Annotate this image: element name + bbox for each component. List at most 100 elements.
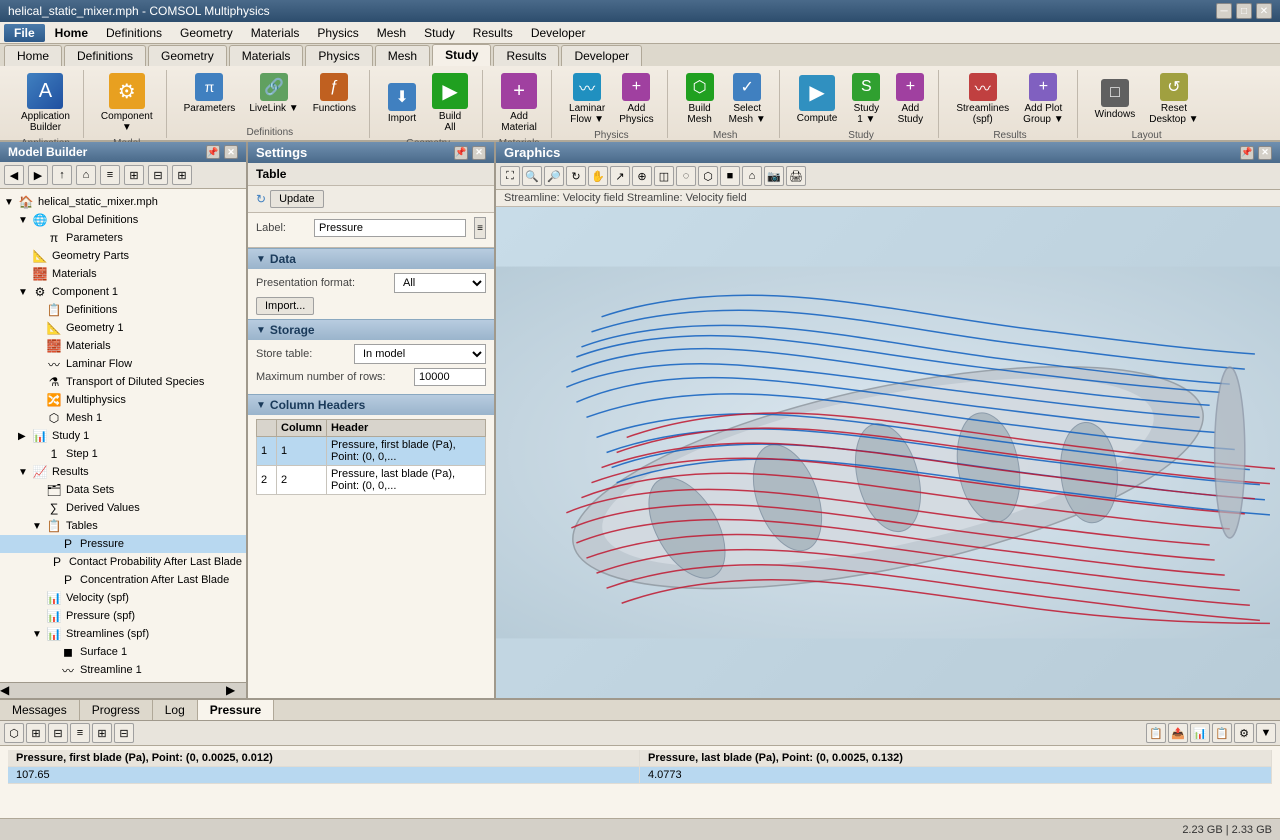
tree-item-multiphysics[interactable]: 🔀Multiphysics xyxy=(0,391,246,409)
mb-up-button[interactable]: ↑ xyxy=(52,165,72,185)
tree-item-materials[interactable]: 🧱Materials xyxy=(0,265,246,283)
ribbon-tab-mesh[interactable]: Mesh xyxy=(375,45,430,66)
console-btn-4[interactable]: ≡ xyxy=(70,723,90,743)
storage-section-header[interactable]: ▼ Storage xyxy=(248,319,494,340)
menu-materials[interactable]: Materials xyxy=(243,24,308,42)
close-button[interactable]: ✕ xyxy=(1256,3,1272,19)
settings-pin-button[interactable]: 📌 xyxy=(454,146,468,160)
presentation-format-select[interactable]: All Table Plot xyxy=(394,273,486,293)
compute-button[interactable]: ▶ Compute xyxy=(792,72,843,127)
build-mesh-button[interactable]: ⬡ BuildMesh xyxy=(680,70,720,128)
console-btn-5[interactable]: ⊞ xyxy=(92,723,112,743)
mb-scroll-right[interactable]: ▶ xyxy=(226,683,246,698)
tree-item-datasets[interactable]: 🗂Data Sets xyxy=(0,481,246,499)
study1-button[interactable]: S Study1 ▼ xyxy=(846,70,886,128)
zoom-out-button[interactable]: 🔎 xyxy=(544,166,564,186)
menu-mesh[interactable]: Mesh xyxy=(369,24,414,42)
reset-view-button[interactable]: ⌂ xyxy=(742,166,762,186)
component-button[interactable]: ⚙ Component▼ xyxy=(96,70,158,136)
label-btn[interactable]: ≡ xyxy=(474,217,486,239)
data-section-header[interactable]: ▼ Data xyxy=(248,248,494,269)
mb-scroll-thumb[interactable] xyxy=(20,683,226,698)
console-btn-more[interactable]: ▼ xyxy=(1256,723,1276,743)
mb-back-button[interactable]: ◀ xyxy=(4,165,24,185)
menu-home[interactable]: Home xyxy=(47,24,96,42)
tree-item-transport[interactable]: ⚗Transport of Diluted Species xyxy=(0,373,246,391)
tree-item-pressure_table[interactable]: PPressure xyxy=(0,535,246,553)
rotate-button[interactable]: ↻ xyxy=(566,166,586,186)
build-all-button[interactable]: ▶ BuildAll xyxy=(426,70,474,136)
tree-item-velocity_spf[interactable]: 📊Velocity (spf) xyxy=(0,589,246,607)
graphics-pin-button[interactable]: 📌 xyxy=(1240,146,1254,160)
tree-item-root[interactable]: ▼🏠helical_static_mixer.mph xyxy=(0,193,246,211)
mb-list-view-button[interactable]: ≡ xyxy=(100,165,120,185)
tree-item-step1[interactable]: 1Step 1 xyxy=(0,445,246,463)
menu-physics[interactable]: Physics xyxy=(309,24,366,42)
menu-definitions[interactable]: Definitions xyxy=(98,24,170,42)
console-btn-1[interactable]: ⬡ xyxy=(4,723,24,743)
tree-item-streamline1[interactable]: 〰Streamline 1 xyxy=(0,661,246,679)
mb-home-button[interactable]: ⌂ xyxy=(76,165,96,185)
tree-item-derived_values[interactable]: ∑Derived Values xyxy=(0,499,246,517)
tree-item-component1[interactable]: ▼⚙Component 1 xyxy=(0,283,246,301)
col-row-1[interactable]: 1 1 Pressure, first blade (Pa), Point: (… xyxy=(257,437,486,466)
add-physics-button[interactable]: + AddPhysics xyxy=(614,70,658,128)
tree-item-study1[interactable]: ▶📊Study 1 xyxy=(0,427,246,445)
zoom-extents-button[interactable]: ⛶ xyxy=(500,166,520,186)
menu-geometry[interactable]: Geometry xyxy=(172,24,241,42)
graphics-close-button[interactable]: ✕ xyxy=(1258,146,1272,160)
console-btn-3[interactable]: ⊟ xyxy=(48,723,68,743)
import-button-settings[interactable]: Import... xyxy=(256,297,314,315)
console-tab-pressure[interactable]: Pressure xyxy=(198,700,274,720)
tree-item-definitions[interactable]: 📋Definitions xyxy=(0,301,246,319)
minimize-button[interactable]: ─ xyxy=(1216,3,1232,19)
ribbon-tab-physics[interactable]: Physics xyxy=(305,45,372,66)
menu-file[interactable]: File xyxy=(4,24,45,42)
column-headers-section-header[interactable]: ▼ Column Headers xyxy=(248,394,494,415)
mb-close-button[interactable]: ✕ xyxy=(224,145,238,159)
ribbon-tab-definitions[interactable]: Definitions xyxy=(64,45,146,66)
mb-forward-button[interactable]: ▶ xyxy=(28,165,48,185)
axis-button[interactable]: ⊕ xyxy=(632,166,652,186)
ribbon-tab-materials[interactable]: Materials xyxy=(229,45,304,66)
add-plot-group-button[interactable]: + Add PlotGroup ▼ xyxy=(1018,70,1068,128)
tree-item-geometry_parts[interactable]: 📐Geometry Parts xyxy=(0,247,246,265)
ribbon-tab-study[interactable]: Study xyxy=(432,44,491,66)
transparency-button[interactable]: ◌ xyxy=(676,166,696,186)
console-btn-plot[interactable]: 📊 xyxy=(1190,723,1210,743)
mb-details-button[interactable]: ⊟ xyxy=(148,165,168,185)
tree-item-materials2[interactable]: 🧱Materials xyxy=(0,337,246,355)
console-btn-2[interactable]: ⊞ xyxy=(26,723,46,743)
tree-item-laminar_flow[interactable]: 〰Laminar Flow xyxy=(0,355,246,373)
console-btn-copy[interactable]: 📋 xyxy=(1146,723,1166,743)
update-button[interactable]: Update xyxy=(270,190,323,208)
tree-item-surface1[interactable]: ◼Surface 1 xyxy=(0,643,246,661)
tree-item-streamlines_spf[interactable]: ▼📊Streamlines (spf) xyxy=(0,625,246,643)
graphics-viewport[interactable] xyxy=(496,207,1280,698)
menu-study[interactable]: Study xyxy=(416,24,463,42)
add-study-button[interactable]: + AddStudy xyxy=(890,70,930,128)
parameters-button[interactable]: π Parameters xyxy=(179,70,241,117)
console-btn-settings[interactable]: ⚙ xyxy=(1234,723,1254,743)
select-mesh-button[interactable]: ✓ SelectMesh ▼ xyxy=(724,70,771,128)
ribbon-tab-developer[interactable]: Developer xyxy=(561,45,642,66)
mb-scroll-left[interactable]: ◀ xyxy=(0,683,20,698)
tree-item-pressure_spf[interactable]: 📊Pressure (spf) xyxy=(0,607,246,625)
tree-item-conc_last[interactable]: PConcentration After Last Blade xyxy=(0,571,246,589)
print-button[interactable]: 🖨 xyxy=(786,166,806,186)
mb-pin-button[interactable]: 📌 xyxy=(206,145,220,159)
add-material-button[interactable]: + AddMaterial xyxy=(495,70,543,136)
ribbon-tab-geometry[interactable]: Geometry xyxy=(148,45,227,66)
max-rows-input[interactable] xyxy=(414,368,486,386)
livelink-button[interactable]: 🔗 LiveLink ▼ xyxy=(244,70,303,117)
tree-item-tables[interactable]: ▼📋Tables xyxy=(0,517,246,535)
camera-button[interactable]: 📷 xyxy=(764,166,784,186)
maximize-button[interactable]: □ xyxy=(1236,3,1252,19)
clip-plane-button[interactable]: ◫ xyxy=(654,166,674,186)
zoom-in-button[interactable]: 🔍 xyxy=(522,166,542,186)
tree-item-mesh1[interactable]: ⬡Mesh 1 xyxy=(0,409,246,427)
console-tab-progress[interactable]: Progress xyxy=(80,700,153,720)
console-tab-log[interactable]: Log xyxy=(153,700,198,720)
console-btn-table[interactable]: 📋 xyxy=(1212,723,1232,743)
import-button[interactable]: ⬇ Import xyxy=(382,80,422,127)
